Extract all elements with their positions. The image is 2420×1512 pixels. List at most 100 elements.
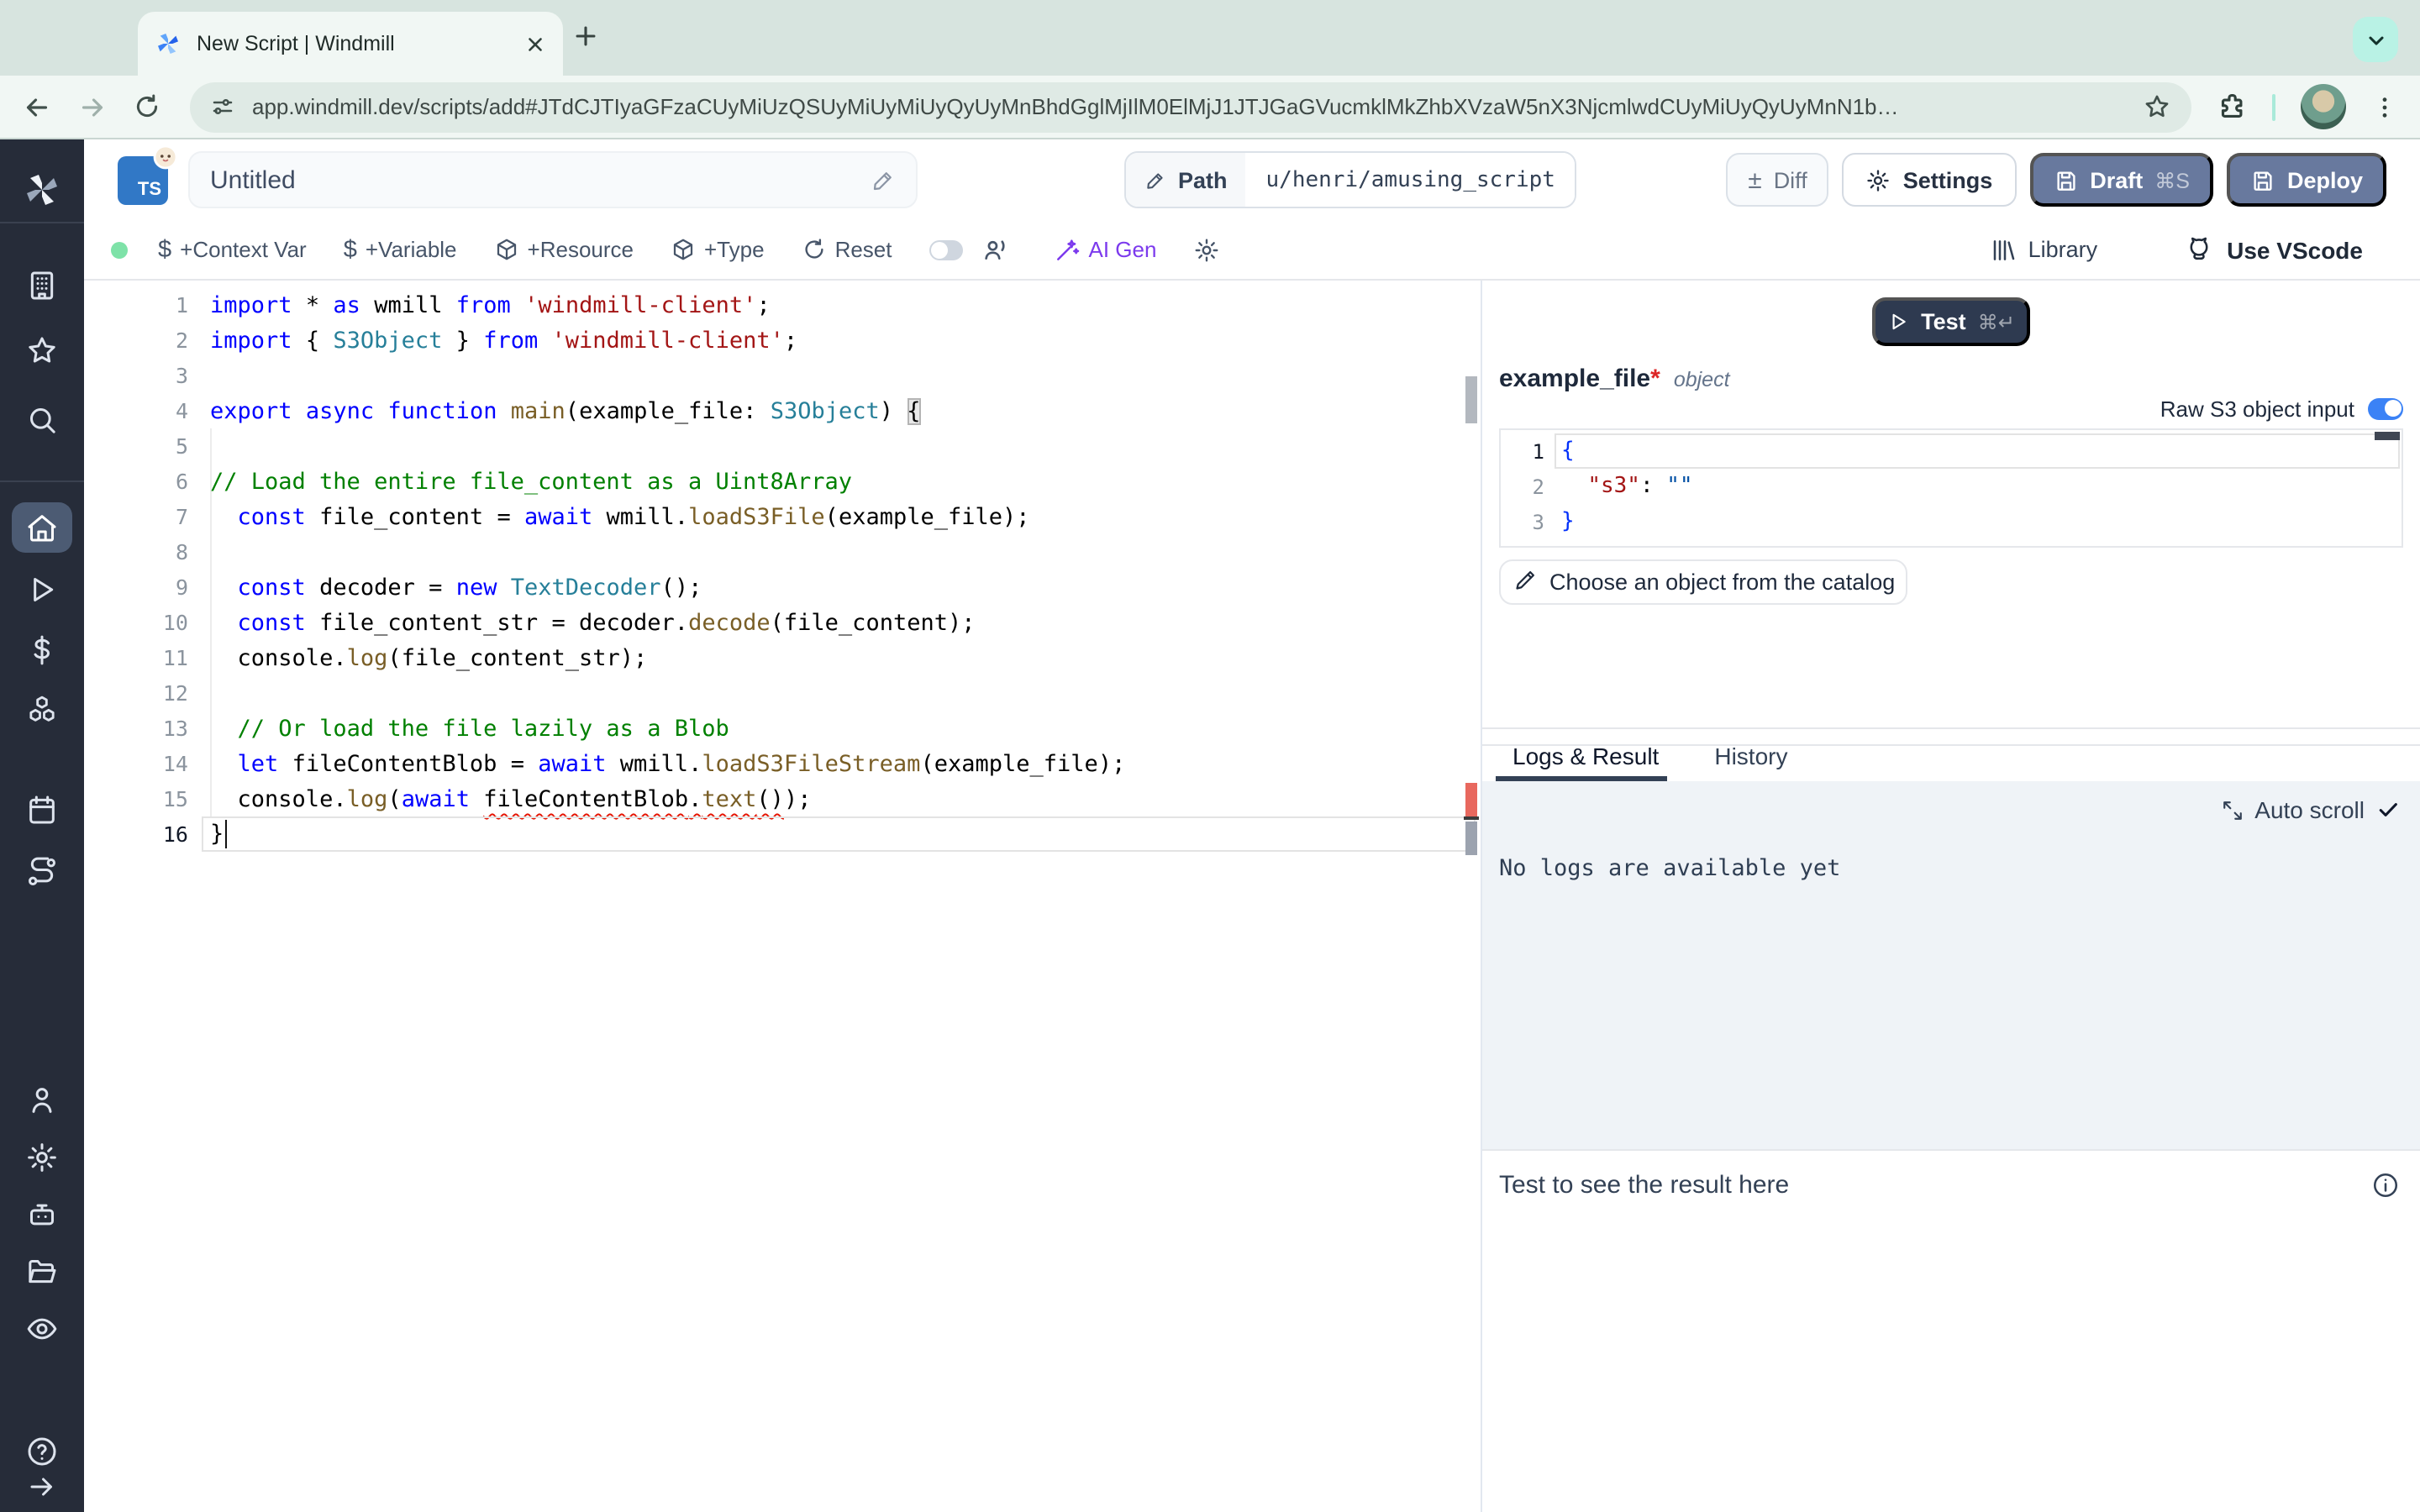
dollar-icon: $ — [158, 236, 171, 263]
library-button[interactable]: Library — [1990, 236, 2098, 263]
context-var-label: +Context Var — [180, 237, 307, 262]
diff-label: Diff — [1774, 167, 1807, 192]
code-line: 4export async function main(example_file… — [84, 393, 1481, 428]
error-overview-mark — [1465, 783, 1477, 816]
sidebar-item-variables[interactable] — [0, 633, 84, 667]
app-sidebar — [0, 139, 84, 1512]
tab-history[interactable]: History — [1714, 742, 1787, 769]
vscode-label: Use VScode — [2227, 236, 2363, 263]
sidebar-item-workspace[interactable] — [0, 269, 84, 302]
draft-button[interactable]: Draft ⌘S — [2029, 153, 2213, 207]
script-header: TS Untitled Path u/henri/am — [84, 139, 2420, 220]
raw-s3-toggle[interactable] — [2368, 397, 2403, 419]
new-tab-icon[interactable] — [571, 22, 600, 50]
code-line: 5 — [84, 428, 1481, 464]
refresh-icon — [802, 237, 827, 262]
result-placeholder: Test to see the result here — [1499, 1171, 1789, 1200]
windmill-logo[interactable] — [0, 170, 84, 210]
forward-icon[interactable] — [77, 92, 108, 122]
editor-settings-button[interactable] — [1193, 236, 1220, 263]
reset-button[interactable]: Reset — [802, 237, 892, 262]
sidebar-item-settings[interactable] — [0, 1141, 84, 1174]
url-bar[interactable]: app.windmill.dev/scripts/add#JTdCJTIyaGF… — [190, 81, 2191, 132]
reload-icon[interactable] — [133, 92, 161, 121]
sidebar-item-folders[interactable] — [0, 1255, 84, 1289]
gear-icon — [1866, 167, 1891, 192]
dollar-icon: $ — [344, 236, 357, 263]
back-icon[interactable] — [22, 92, 52, 122]
multiplayer-toggle[interactable] — [929, 235, 1010, 264]
code-line: 1import * as wmill from 'windmill-client… — [84, 287, 1481, 323]
sidebar-item-favorites[interactable] — [0, 334, 84, 368]
code-editor[interactable]: 1import * as wmill from 'windmill-client… — [84, 281, 1482, 1512]
add-type-button[interactable]: +Type — [671, 237, 765, 262]
auto-scroll-control[interactable]: Auto scroll — [2221, 796, 2400, 823]
code-line: 15 console.log(await fileContentBlob.tex… — [84, 781, 1481, 816]
expand-icon — [2221, 799, 2243, 821]
code-line: 13 // Or load the file lazily as a Blob — [84, 711, 1481, 746]
sidebar-item-resources[interactable] — [0, 694, 84, 727]
add-variable-button[interactable]: $ +Variable — [344, 236, 457, 263]
package-icon — [671, 237, 696, 262]
code-line: 1{ — [1501, 433, 2402, 469]
check-icon — [2376, 798, 2400, 822]
library-label: Library — [2028, 237, 2098, 262]
magic-wand-icon — [1054, 236, 1081, 263]
path-chip[interactable]: Path u/henri/amusing_script — [1124, 151, 1577, 208]
code-line: 14 let fileContentBlob = await wmill.loa… — [84, 746, 1481, 781]
diff-button[interactable]: ± Diff — [1726, 153, 1829, 207]
info-icon[interactable] — [2371, 1171, 2400, 1200]
add-context-var-button[interactable]: $ +Context Var — [158, 236, 307, 263]
status-dot — [111, 241, 128, 258]
sidebar-item-flows[interactable] — [0, 855, 84, 889]
browser-tab-strip: New Script | Windmill — [0, 0, 2420, 76]
script-title-input[interactable]: Untitled — [188, 151, 918, 208]
browser-tab[interactable]: New Script | Windmill — [138, 12, 563, 76]
json-scroll-decoration — [2375, 432, 2400, 440]
sidebar-item-workers[interactable] — [0, 1198, 84, 1231]
variable-label: +Variable — [366, 237, 457, 262]
deploy-button[interactable]: Deploy — [2227, 153, 2386, 207]
type-label: +Type — [704, 237, 765, 262]
sidebar-item-runs[interactable] — [0, 573, 84, 606]
tab-title: New Script | Windmill — [197, 32, 509, 55]
settings-label: Settings — [1903, 167, 1993, 192]
required-asterisk: * — [1650, 365, 1660, 393]
toggle-off[interactable] — [929, 239, 963, 260]
tab-search-chevron-icon[interactable] — [2353, 17, 2398, 62]
code-line: 3 — [84, 358, 1481, 393]
use-vscode-button[interactable]: Use VScode — [2185, 235, 2363, 264]
users-icon — [981, 235, 1010, 264]
sidebar-item-help[interactable] — [0, 1435, 84, 1468]
sidebar-item-user[interactable] — [0, 1084, 84, 1117]
divider — [0, 222, 84, 223]
profile-avatar[interactable] — [2301, 84, 2346, 129]
extensions-icon[interactable] — [2215, 91, 2247, 123]
sidebar-item-home[interactable] — [0, 511, 84, 544]
site-settings-icon[interactable] — [210, 94, 235, 119]
ai-gen-button[interactable]: AI Gen — [1054, 236, 1157, 263]
json-arg-editor[interactable]: 1{2 "s3": ""3} — [1499, 428, 2403, 548]
test-button[interactable]: Test ⌘↵ — [1872, 297, 2030, 346]
arguments-section: Test ⌘↵ example_file* object Raw S3 obje… — [1482, 281, 2420, 746]
draft-label: Draft — [2090, 167, 2143, 192]
arg-name: example_file* — [1499, 365, 1660, 393]
tab-logs-result[interactable]: Logs & Result — [1512, 742, 1659, 769]
divider — [0, 480, 84, 482]
settings-button[interactable]: Settings — [1843, 153, 2017, 207]
edit-title-pencil-icon[interactable] — [871, 167, 896, 192]
browser-menu-icon[interactable] — [2371, 93, 2398, 120]
scrollbar-slider[interactable] — [1465, 376, 1477, 423]
code-line: 3} — [1501, 504, 2402, 539]
sidebar-item-schedules[interactable] — [0, 793, 84, 827]
sidebar-expand-icon[interactable] — [0, 1472, 84, 1502]
add-resource-button[interactable]: +Resource — [494, 237, 634, 262]
code-line: 2 "s3": "" — [1501, 469, 2402, 504]
bookmark-star-icon[interactable] — [2143, 92, 2171, 121]
test-label: Test — [1921, 309, 1966, 334]
code-line: 11 console.log(file_content_str); — [84, 640, 1481, 675]
sidebar-item-audit-logs[interactable] — [0, 1312, 84, 1346]
choose-object-button[interactable]: Choose an object from the catalog — [1499, 559, 1907, 605]
sidebar-item-search[interactable] — [0, 403, 84, 437]
tab-close-icon[interactable] — [524, 33, 546, 55]
